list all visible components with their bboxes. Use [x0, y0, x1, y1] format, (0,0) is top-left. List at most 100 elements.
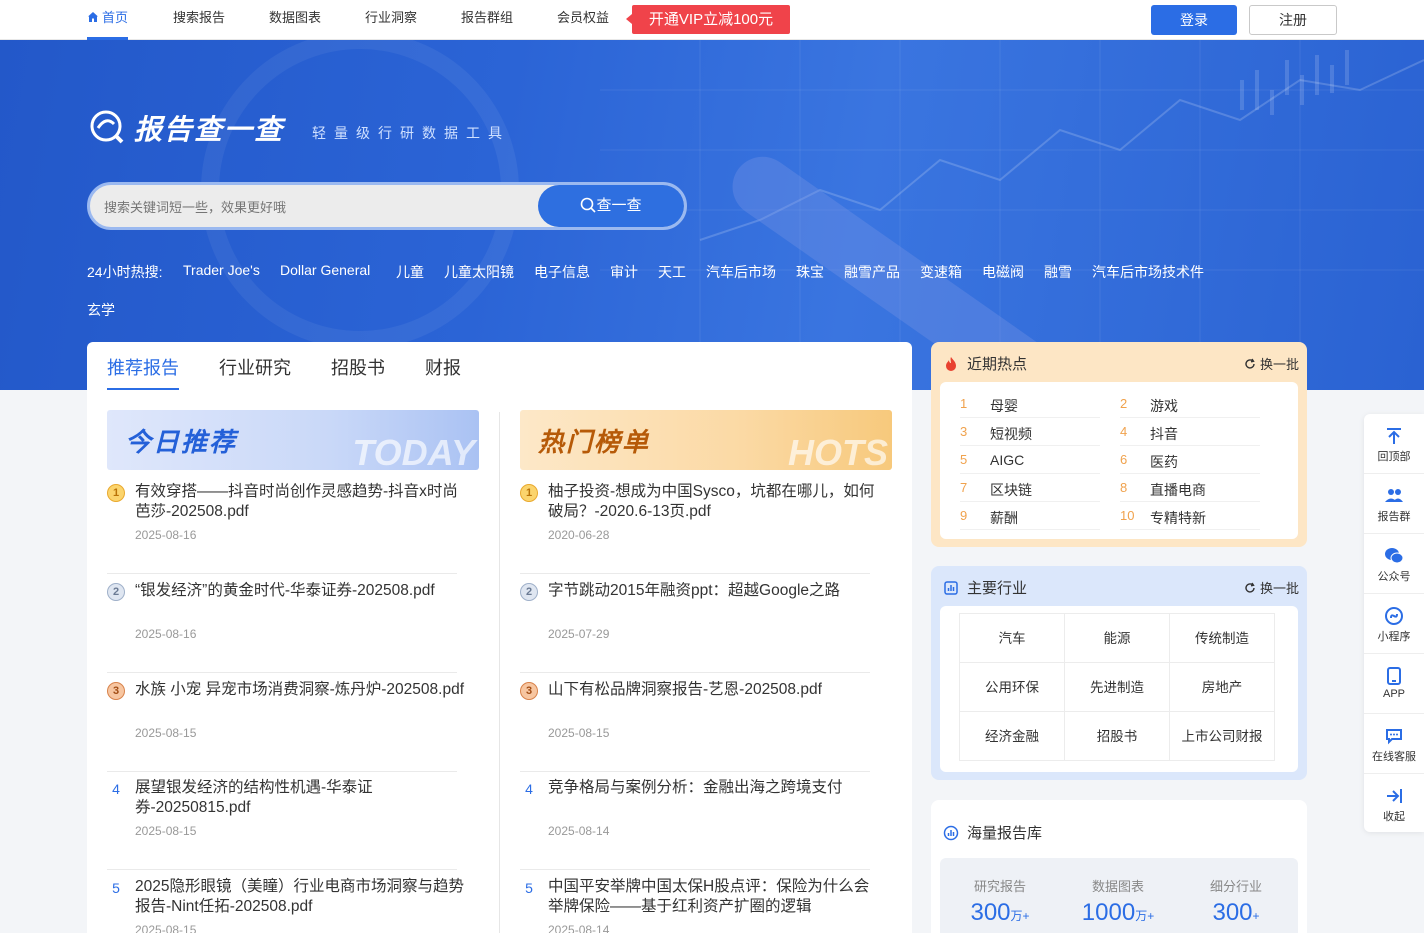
nav-report-groups[interactable]: 报告群组: [461, 0, 513, 40]
report-title[interactable]: “银发经济”的黄金时代-华泰证券-202508.pdf: [135, 581, 465, 601]
industry-item[interactable]: 能源: [1064, 613, 1170, 663]
report-date: 2025-08-15: [135, 824, 197, 838]
hot-keyword[interactable]: 汽车后市场技术件: [1092, 262, 1204, 282]
hot-topic-number: 8: [1120, 480, 1128, 495]
stat-value: 1000: [1081, 899, 1136, 926]
industry-item[interactable]: 汽车: [959, 613, 1065, 663]
hot-topics-refresh-button[interactable]: 换一批: [1244, 354, 1299, 373]
tab-financial-reports[interactable]: 财报: [425, 354, 461, 390]
list-item[interactable]: 5 中国平安举牌中国太保H股点评：保险为什么会举牌保险——基于红利资产扩圈的逻辑…: [520, 877, 870, 933]
nav-membership[interactable]: 会员权益: [557, 0, 609, 40]
list-item[interactable]: 4 竞争格局与案例分析：金融出海之跨境支付 2025-08-14: [520, 778, 870, 870]
list-item[interactable]: 3 短视频: [960, 418, 1100, 446]
floating-toolbar: 回顶部 报告群 公众号 小程序 APP 在线客服 收起: [1364, 414, 1424, 832]
search-button[interactable]: 查一查: [538, 185, 684, 227]
hot-topic-number: 9: [960, 508, 968, 523]
stat-value: 300: [970, 899, 1011, 926]
list-item[interactable]: 2 字节跳动2015年融资ppt：超越Google之路 2025-07-29: [520, 581, 870, 673]
list-item[interactable]: 7 区块链: [960, 474, 1100, 502]
login-button[interactable]: 登录: [1151, 5, 1237, 35]
industries-card: 主要行业 换一批 汽车 能源 传统制造 公用环保 先进制造 房地产 经济金融 招…: [931, 566, 1307, 780]
industry-item[interactable]: 房地产: [1169, 662, 1275, 712]
industries-grid-wrap: 汽车 能源 传统制造 公用环保 先进制造 房地产 经济金融 招股书 上市公司财报: [940, 606, 1298, 772]
report-title[interactable]: 2025隐形眼镜（美瞳）行业电商市场洞察与趋势报告-Nint任拓-202508.…: [135, 877, 465, 917]
report-title[interactable]: 竞争格局与案例分析：金融出海之跨境支付: [548, 778, 878, 798]
logo-title[interactable]: 报告查一查: [134, 108, 284, 148]
hero-banner: 报告查一查 轻量级行研数据工具 查一查 24小时热搜: Trader Joe's…: [0, 40, 1424, 390]
report-title[interactable]: 柚子投资-想成为中国Sysco，坑都在哪儿，如何破局？-2020.6-13页.p…: [548, 482, 878, 522]
side-label: 报告群: [1377, 511, 1411, 523]
industry-item[interactable]: 经济金融: [959, 711, 1065, 761]
industry-item[interactable]: 公用环保: [959, 662, 1065, 712]
gold-medal-icon: 1: [107, 484, 125, 502]
wechat-official-button[interactable]: 公众号: [1364, 534, 1424, 594]
nav-search-reports[interactable]: 搜索报告: [173, 0, 225, 40]
report-title[interactable]: 展望银发经济的结构性机遇-华泰证券-20250815.pdf: [135, 778, 465, 818]
hot-keyword[interactable]: 电子信息: [534, 262, 590, 282]
list-item[interactable]: 9 薪酬: [960, 502, 1100, 530]
tab-recommended[interactable]: 推荐报告: [107, 354, 179, 390]
app-download-button[interactable]: APP: [1364, 654, 1424, 714]
report-rank: 5: [112, 880, 120, 896]
list-item[interactable]: 4 抖音: [1120, 418, 1260, 446]
list-item[interactable]: 3 水族 小宠 异宠市场消费洞察-炼丹炉-202508.pdf 2025-08-…: [107, 680, 464, 772]
report-title[interactable]: 水族 小宠 异宠市场消费洞察-炼丹炉-202508.pdf: [135, 680, 465, 700]
report-date: 2025-08-16: [135, 528, 197, 542]
list-item[interactable]: 8 直播电商: [1120, 474, 1260, 502]
hot-keyword[interactable]: 珠宝: [796, 262, 824, 282]
list-item[interactable]: 3 山下有松品牌洞察报告-艺恩-202508.pdf 2025-08-15: [520, 680, 870, 772]
industry-item[interactable]: 传统制造: [1169, 613, 1275, 663]
hot-keyword[interactable]: Dollar General: [280, 262, 370, 278]
report-title[interactable]: 中国平安举牌中国太保H股点评：保险为什么会举牌保险——基于红利资产扩圈的逻辑: [548, 877, 878, 917]
tab-industry-research[interactable]: 行业研究: [219, 354, 291, 390]
hot-keyword[interactable]: 融雪产品: [844, 262, 900, 282]
back-to-top-button[interactable]: 回顶部: [1364, 414, 1424, 474]
hot-keyword[interactable]: 变速箱: [920, 262, 962, 282]
industries-refresh-button[interactable]: 换一批: [1244, 578, 1299, 597]
list-item[interactable]: 2 游戏: [1120, 390, 1260, 418]
report-title[interactable]: 有效穿搭——抖音时尚创作灵感趋势-抖音x时尚芭莎-202508.pdf: [135, 482, 465, 522]
hot-keyword[interactable]: 汽车后市场: [706, 262, 776, 282]
hot-keyword[interactable]: 儿童: [396, 262, 424, 282]
register-button[interactable]: 注册: [1249, 5, 1337, 35]
online-service-button[interactable]: 在线客服: [1364, 714, 1424, 774]
industry-item[interactable]: 上市公司财报: [1169, 711, 1275, 761]
nav-data-charts[interactable]: 数据图表: [269, 0, 321, 40]
industry-item[interactable]: 先进制造: [1064, 662, 1170, 712]
hot-keyword[interactable]: 天工: [658, 262, 686, 282]
list-item[interactable]: 6 医药: [1120, 446, 1260, 474]
mini-program-button[interactable]: 小程序: [1364, 594, 1424, 654]
report-group-button[interactable]: 报告群: [1364, 474, 1424, 534]
list-item[interactable]: 10 专精特新: [1120, 502, 1260, 530]
list-item[interactable]: 1 母婴: [960, 390, 1100, 418]
hot-keyword[interactable]: Trader Joe's: [183, 262, 260, 278]
fire-icon: [946, 357, 956, 371]
hot-keyword[interactable]: 玄学: [87, 300, 115, 320]
search-icon: [581, 197, 597, 213]
stat-unit: +: [1252, 909, 1260, 923]
report-title[interactable]: 山下有松品牌洞察报告-艺恩-202508.pdf: [548, 680, 878, 700]
list-item[interactable]: 5 AIGC: [960, 446, 1100, 474]
list-item[interactable]: 5 2025隐形眼镜（美瞳）行业电商市场洞察与趋势报告-Nint任拓-20250…: [107, 877, 464, 933]
collapse-button[interactable]: 收起: [1364, 774, 1424, 834]
refresh-label: 换一批: [1259, 357, 1299, 372]
list-item[interactable]: 1 有效穿搭——抖音时尚创作灵感趋势-抖音x时尚芭莎-202508.pdf 20…: [107, 482, 458, 574]
report-title[interactable]: 字节跳动2015年融资ppt：超越Google之路: [548, 581, 878, 601]
list-item[interactable]: 2 “银发经济”的黄金时代-华泰证券-202508.pdf 2025-08-16: [107, 581, 457, 673]
hot-keyword[interactable]: 审计: [610, 262, 638, 282]
hot-keyword[interactable]: 融雪: [1044, 262, 1072, 282]
hot-keyword[interactable]: 儿童太阳镜: [444, 262, 514, 282]
hot-topic-number: 3: [960, 424, 968, 439]
search-input[interactable]: [104, 197, 524, 217]
nav-home[interactable]: 首页: [87, 0, 129, 40]
hot-keyword[interactable]: 电磁阀: [982, 262, 1024, 282]
vip-promo-badge[interactable]: 开通VIP立减100元: [626, 5, 790, 34]
list-item[interactable]: 4 展望银发经济的结构性机遇-华泰证券-20250815.pdf 2025-08…: [107, 778, 457, 870]
list-item[interactable]: 1 柚子投资-想成为中国Sysco，坑都在哪儿，如何破局？-2020.6-13页…: [520, 482, 874, 574]
nav-industry-insight[interactable]: 行业洞察: [365, 0, 417, 40]
industries-header: 主要行业: [943, 577, 1027, 598]
industry-item[interactable]: 招股书: [1064, 711, 1170, 761]
tab-prospectus[interactable]: 招股书: [331, 354, 385, 390]
library-chart-icon: [943, 825, 959, 841]
column-divider: [499, 412, 500, 933]
